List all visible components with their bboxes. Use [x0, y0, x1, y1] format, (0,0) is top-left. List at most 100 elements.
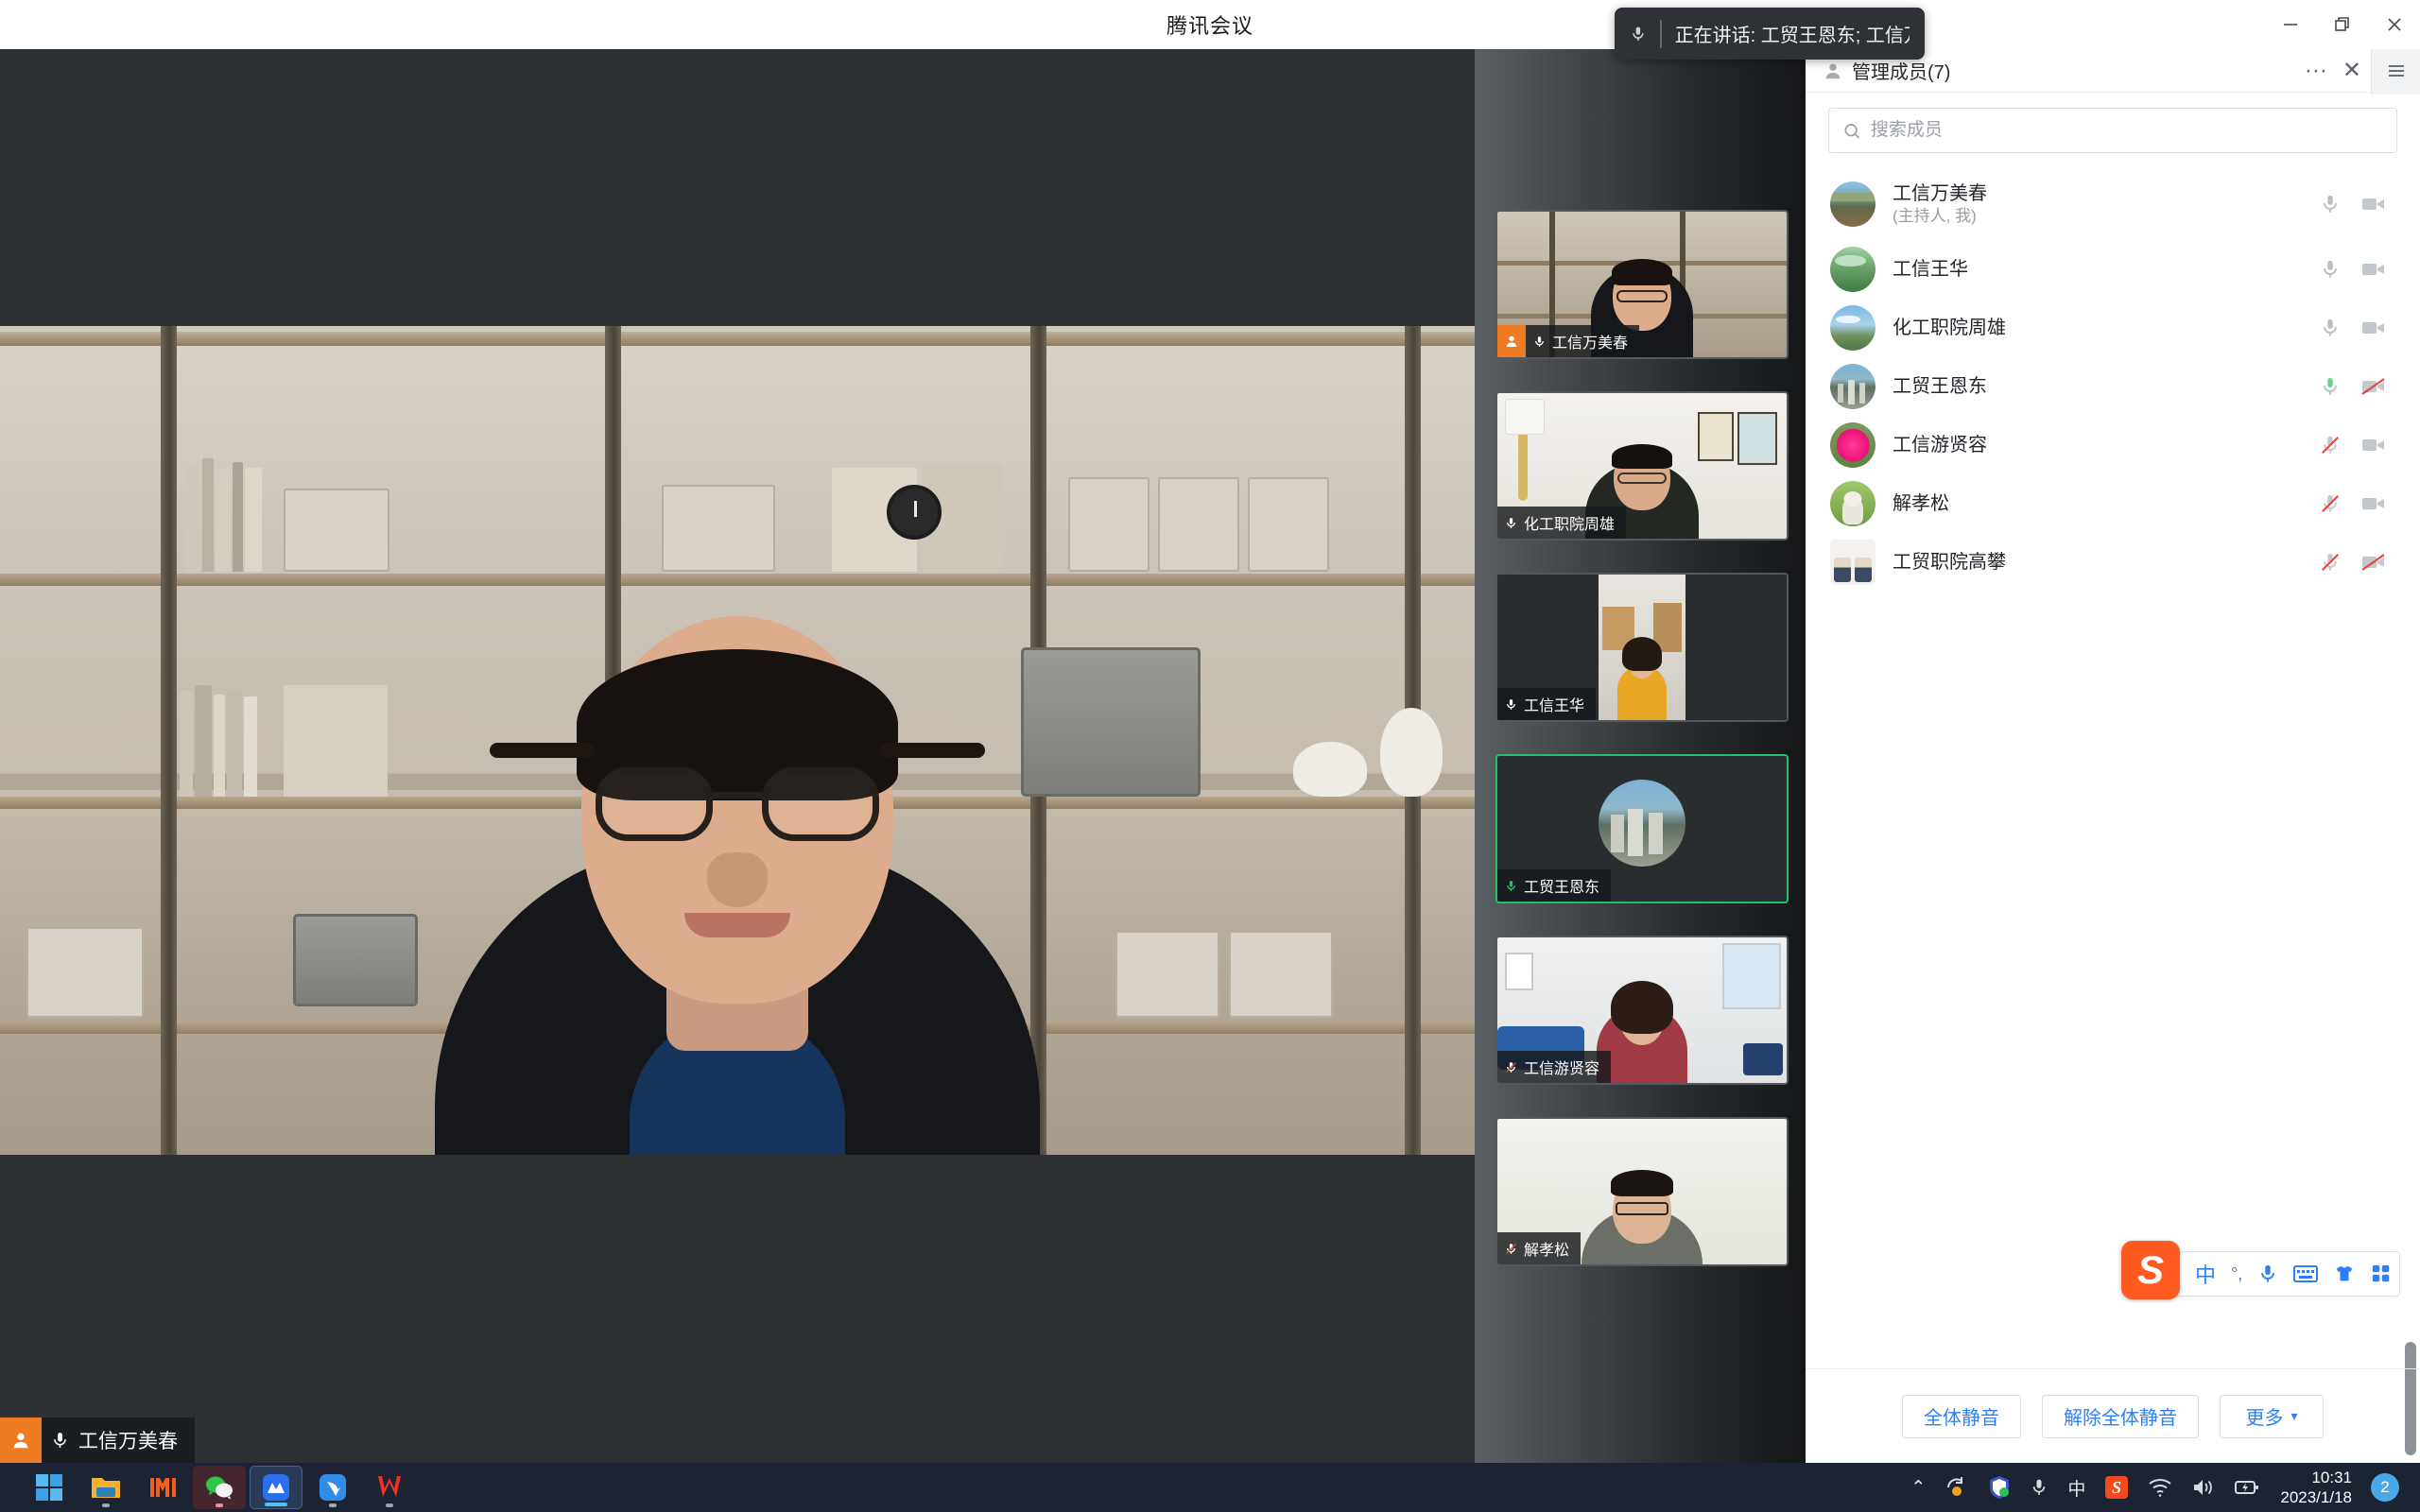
microphone-icon[interactable] [2257, 1263, 2278, 1285]
participant-name: 工信游贤容 [1893, 434, 1987, 455]
video-tile[interactable]: 解孝松 [1495, 1117, 1789, 1266]
participant-row[interactable]: 工信万美春 (主持人, 我) [1806, 168, 2420, 240]
camera-toggle[interactable] [2352, 377, 2395, 396]
tile-name: 工贸王恩东 [1524, 880, 1600, 896]
divider [1659, 19, 1662, 48]
tile-label: 化工职院周雄 [1497, 507, 1627, 539]
mic-toggle[interactable] [2308, 257, 2352, 282]
minimize-icon[interactable] [2264, 0, 2316, 49]
participant-name: 工贸职院高攀 [1893, 551, 2006, 573]
camera-toggle[interactable] [2352, 436, 2395, 455]
camera-toggle[interactable] [2352, 318, 2395, 337]
mic-toggle[interactable] [2308, 491, 2352, 516]
microphone-icon [1507, 880, 1515, 891]
participant-row[interactable]: 工贸职院高攀 [1806, 533, 2420, 592]
ime-mode-icon[interactable]: 中 [2067, 1475, 2085, 1501]
wps-office[interactable] [363, 1466, 416, 1509]
microphone-muted-icon [1506, 1061, 1516, 1073]
person-icon [1825, 63, 1841, 78]
avatar [1599, 779, 1685, 867]
chevron-down-icon: ▾ [2290, 1408, 2298, 1423]
clock-date: 2023/1/18 [2280, 1488, 2352, 1506]
camera-off-icon [2361, 554, 2385, 571]
sogou-icon[interactable]: S [2104, 1475, 2129, 1500]
sogou-ime-toolbar[interactable]: S 中 °, [2121, 1241, 2401, 1299]
clock[interactable]: 10:31 2023/1/18 [2280, 1468, 2352, 1508]
participant-row[interactable]: 解孝松 [1806, 474, 2420, 533]
more-button-label: 更多 [2245, 1408, 2284, 1429]
video-tile-active-speaker[interactable]: 工贸王恩东 [1495, 754, 1789, 903]
participant-name: 工信万美春 [1893, 182, 1987, 204]
participant-row[interactable]: 工信游贤容 [1806, 416, 2420, 474]
windows-taskbar: ⌃ 中 S 10:31 2023/1/18 2 [0, 1463, 2420, 1512]
microphone-icon[interactable] [2030, 1475, 2048, 1500]
participant-row[interactable]: 工信王华 [1806, 240, 2420, 299]
search-box[interactable] [1828, 108, 2397, 153]
camera-toggle[interactable] [2352, 260, 2395, 279]
camera-icon [2362, 198, 2384, 210]
camera-toggle[interactable] [2352, 553, 2395, 572]
video-tile[interactable]: 工信万美春 [1495, 210, 1789, 359]
restore-icon[interactable] [2316, 0, 2368, 49]
video-tile[interactable]: 工信游贤容 [1495, 936, 1789, 1085]
mic-toggle[interactable] [2308, 316, 2352, 340]
ime-mode-button[interactable]: 中 [2195, 1259, 2216, 1289]
start-button[interactable] [23, 1466, 76, 1509]
tencent-meeting[interactable] [250, 1466, 302, 1509]
more-button[interactable]: 更多 ▾ [2220, 1394, 2324, 1438]
security-icon[interactable] [1988, 1475, 2011, 1500]
wifi-icon[interactable] [2148, 1477, 2172, 1498]
main-video-feed[interactable] [0, 326, 1475, 1155]
dingtalk[interactable] [306, 1466, 359, 1509]
mi-app[interactable] [136, 1466, 189, 1509]
keyboard-icon[interactable] [2293, 1264, 2319, 1283]
hamburger-icon[interactable] [2371, 47, 2420, 94]
avatar [1830, 305, 1876, 351]
unmute-all-button[interactable]: 解除全体静音 [2042, 1394, 2199, 1438]
wechat[interactable] [193, 1466, 246, 1509]
participant-row[interactable]: 化工职院周雄 [1806, 299, 2420, 357]
avatar [1830, 422, 1876, 468]
microphone-icon [1535, 335, 1544, 347]
video-thumbnail-strip[interactable]: 工信万美春 化工职院周雄 工信王华 工贸王恩东 工信游贤容 解孝松 [1475, 49, 1806, 1463]
microphone-icon [1507, 698, 1515, 710]
mic-toggle[interactable] [2308, 192, 2352, 216]
tile-name: 工信王华 [1524, 698, 1585, 714]
tray-chevron-icon[interactable]: ⌃ [1910, 1477, 1926, 1499]
avatar [1830, 364, 1876, 409]
close-icon[interactable] [2368, 0, 2420, 49]
mic-toggle[interactable] [2308, 433, 2352, 457]
camera-toggle[interactable] [2352, 494, 2395, 513]
mic-toggle[interactable] [2308, 374, 2352, 399]
mute-all-button[interactable]: 全体静音 [1902, 1394, 2021, 1438]
shirt-icon[interactable] [2333, 1263, 2356, 1284]
participant-row[interactable]: 工贸王恩东 [1806, 357, 2420, 416]
page-title: 腾讯会议 [1166, 14, 1253, 38]
main-video-name-bar: 工信万美春 [0, 1418, 195, 1463]
file-explorer[interactable] [79, 1466, 132, 1509]
video-tile[interactable]: 化工职院周雄 [1495, 391, 1789, 541]
sync-icon[interactable] [1945, 1475, 1969, 1500]
tile-name: 工信游贤容 [1524, 1061, 1600, 1077]
participants-list[interactable]: 工信万美春 (主持人, 我) 工信王华 化工职院周雄 工贸王恩东 工信游贤容 解… [1806, 168, 2420, 1368]
participant-name: 化工职院周雄 [1893, 317, 2006, 338]
tile-label: 工信王华 [1497, 688, 1597, 720]
volume-icon[interactable] [2191, 1477, 2216, 1498]
camera-toggle[interactable] [2352, 195, 2395, 214]
participant-name: 解孝松 [1893, 492, 1949, 514]
speaking-text: 正在讲话: 工贸王恩东; 工信万... [1674, 26, 1910, 46]
battery-icon[interactable] [2235, 1478, 2261, 1497]
panel-more-button[interactable]: ··· [2305, 60, 2327, 82]
mic-toggle[interactable] [2308, 550, 2352, 575]
tile-label: 工信游贤容 [1497, 1051, 1612, 1083]
ime-punctuation-button[interactable]: °, [2231, 1264, 2242, 1284]
notification-badge[interactable]: 2 [2371, 1473, 2399, 1502]
video-tile[interactable]: 工信王华 [1495, 573, 1789, 722]
panel-close-button[interactable]: ✕ [2342, 60, 2361, 82]
sogou-icon[interactable]: S [2121, 1241, 2180, 1299]
main-video-name-pill: 工信万美春 [42, 1418, 195, 1463]
search-input[interactable] [1870, 120, 2383, 141]
avatar [1830, 540, 1876, 585]
camera-icon [2362, 322, 2384, 334]
grid-icon[interactable] [2371, 1263, 2392, 1284]
